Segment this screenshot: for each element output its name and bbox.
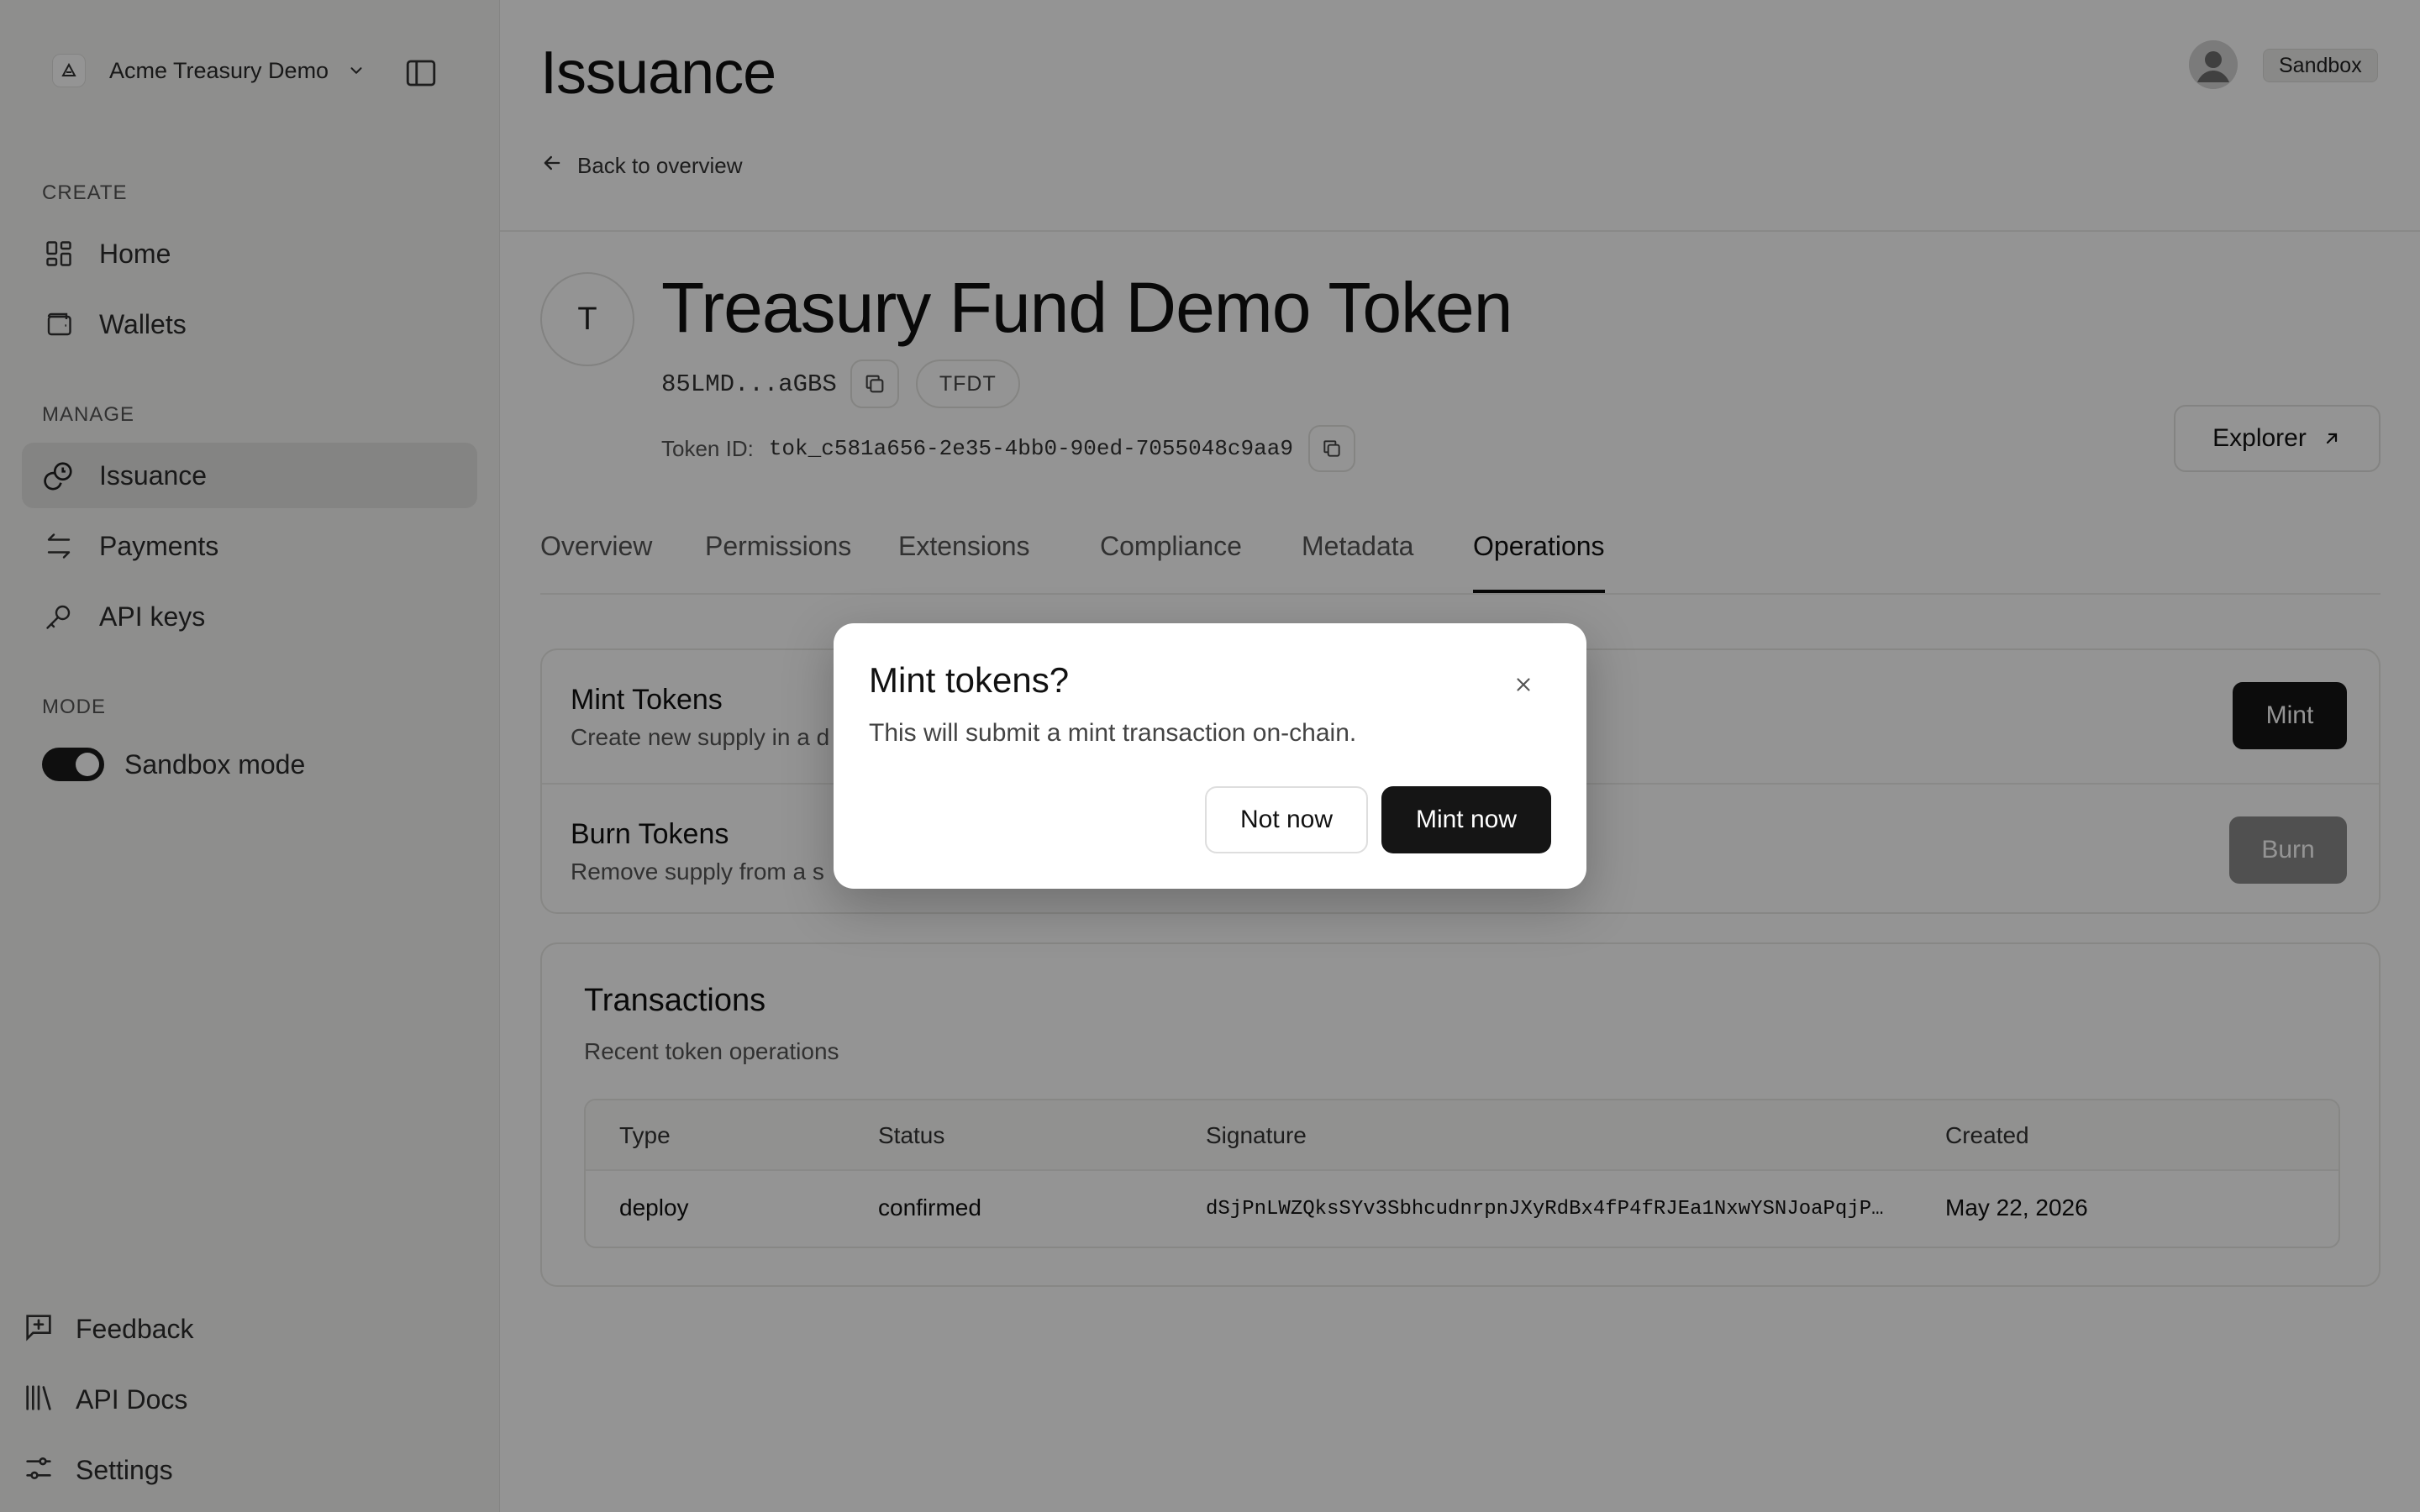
dialog-title: Mint tokens? xyxy=(869,660,1070,700)
not-now-button[interactable]: Not now xyxy=(1205,786,1368,853)
mint-confirm-dialog: Mint tokens? This will submit a mint tra… xyxy=(834,623,1586,889)
dialog-body: This will submit a mint transaction on-c… xyxy=(869,719,1357,747)
mint-now-button[interactable]: Mint now xyxy=(1381,786,1551,853)
close-icon[interactable] xyxy=(1506,667,1541,702)
